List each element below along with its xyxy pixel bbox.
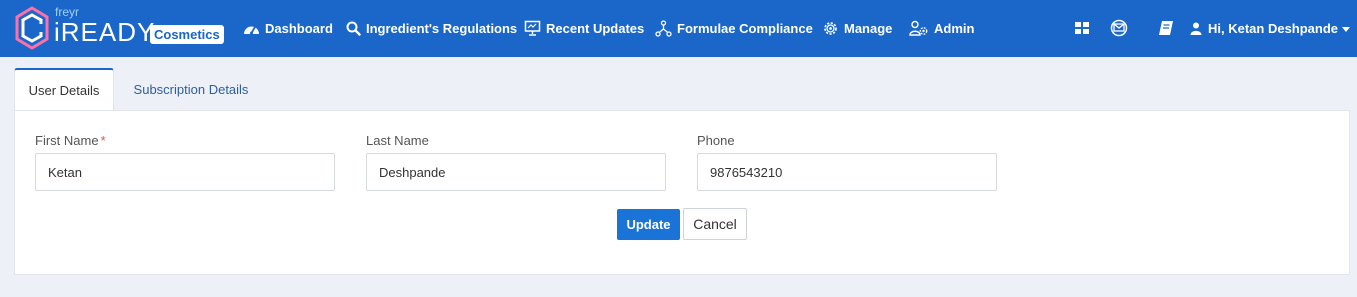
- apps-grid-button[interactable]: [1071, 17, 1093, 39]
- nav-manage-label: Manage: [844, 20, 893, 36]
- nav-ingredients-regulations[interactable]: Ingredient's Regulations: [346, 18, 517, 38]
- tab-user-details[interactable]: User Details: [14, 68, 114, 110]
- presentation-icon: [524, 20, 541, 36]
- email-icon: [1110, 19, 1128, 37]
- phone-label: Phone: [697, 133, 735, 148]
- brand-badge: Cosmetics: [150, 25, 224, 44]
- top-navbar: freyr iREADY Cosmetics Dashboard Ingredi…: [0, 0, 1357, 57]
- logo-icon: [15, 6, 49, 50]
- brand-logo[interactable]: freyr iREADY Cosmetics: [14, 4, 224, 54]
- user-greeting: Hi, Ketan Deshpande: [1208, 20, 1339, 36]
- nav-manage[interactable]: Manage: [822, 18, 892, 38]
- nav-formulae-label: Formulae Compliance: [677, 20, 813, 36]
- chevron-down-icon: [1342, 27, 1351, 32]
- gear-icon: [824, 21, 837, 35]
- nav-admin[interactable]: Admin: [909, 18, 974, 38]
- phone-field[interactable]: [697, 153, 997, 191]
- users-gear-icon: [909, 20, 928, 36]
- last-name-field[interactable]: [366, 153, 666, 191]
- tab-bar: User Details Subscription Details: [14, 68, 1350, 110]
- book-icon: [1159, 21, 1173, 35]
- docs-button[interactable]: [1155, 17, 1177, 39]
- user-details-form: First Name* Last Name Phone Update Cance…: [14, 110, 1350, 275]
- user-icon: [1190, 22, 1202, 35]
- search-icon: [346, 21, 361, 36]
- nav-dashboard[interactable]: Dashboard: [243, 18, 333, 38]
- first-name-label: First Name *: [35, 133, 106, 148]
- cancel-button[interactable]: Cancel: [683, 208, 747, 240]
- last-name-label: Last Name: [366, 133, 429, 148]
- first-name-label-text: First Name: [35, 133, 99, 148]
- nav-recent-updates[interactable]: Recent Updates: [524, 18, 644, 38]
- nav-formulae-compliance[interactable]: Formulae Compliance: [655, 18, 813, 38]
- grid-icon: [1075, 22, 1089, 34]
- brand-name: iREADY: [54, 17, 156, 47]
- nav-dashboard-label: Dashboard: [265, 20, 333, 36]
- nav-recent-updates-label: Recent Updates: [546, 20, 645, 36]
- tab-subscription-details[interactable]: Subscription Details: [118, 68, 264, 110]
- update-button[interactable]: Update: [617, 209, 680, 240]
- required-marker: *: [100, 133, 106, 148]
- dashboard-icon: [244, 26, 259, 34]
- first-name-field[interactable]: [35, 153, 335, 191]
- nav-admin-label: Admin: [934, 20, 975, 36]
- nav-ingredients-label: Ingredient's Regulations: [366, 20, 518, 36]
- user-menu[interactable]: Hi, Ketan Deshpande: [1190, 18, 1351, 38]
- email-button[interactable]: [1108, 17, 1130, 39]
- network-icon: [655, 19, 672, 37]
